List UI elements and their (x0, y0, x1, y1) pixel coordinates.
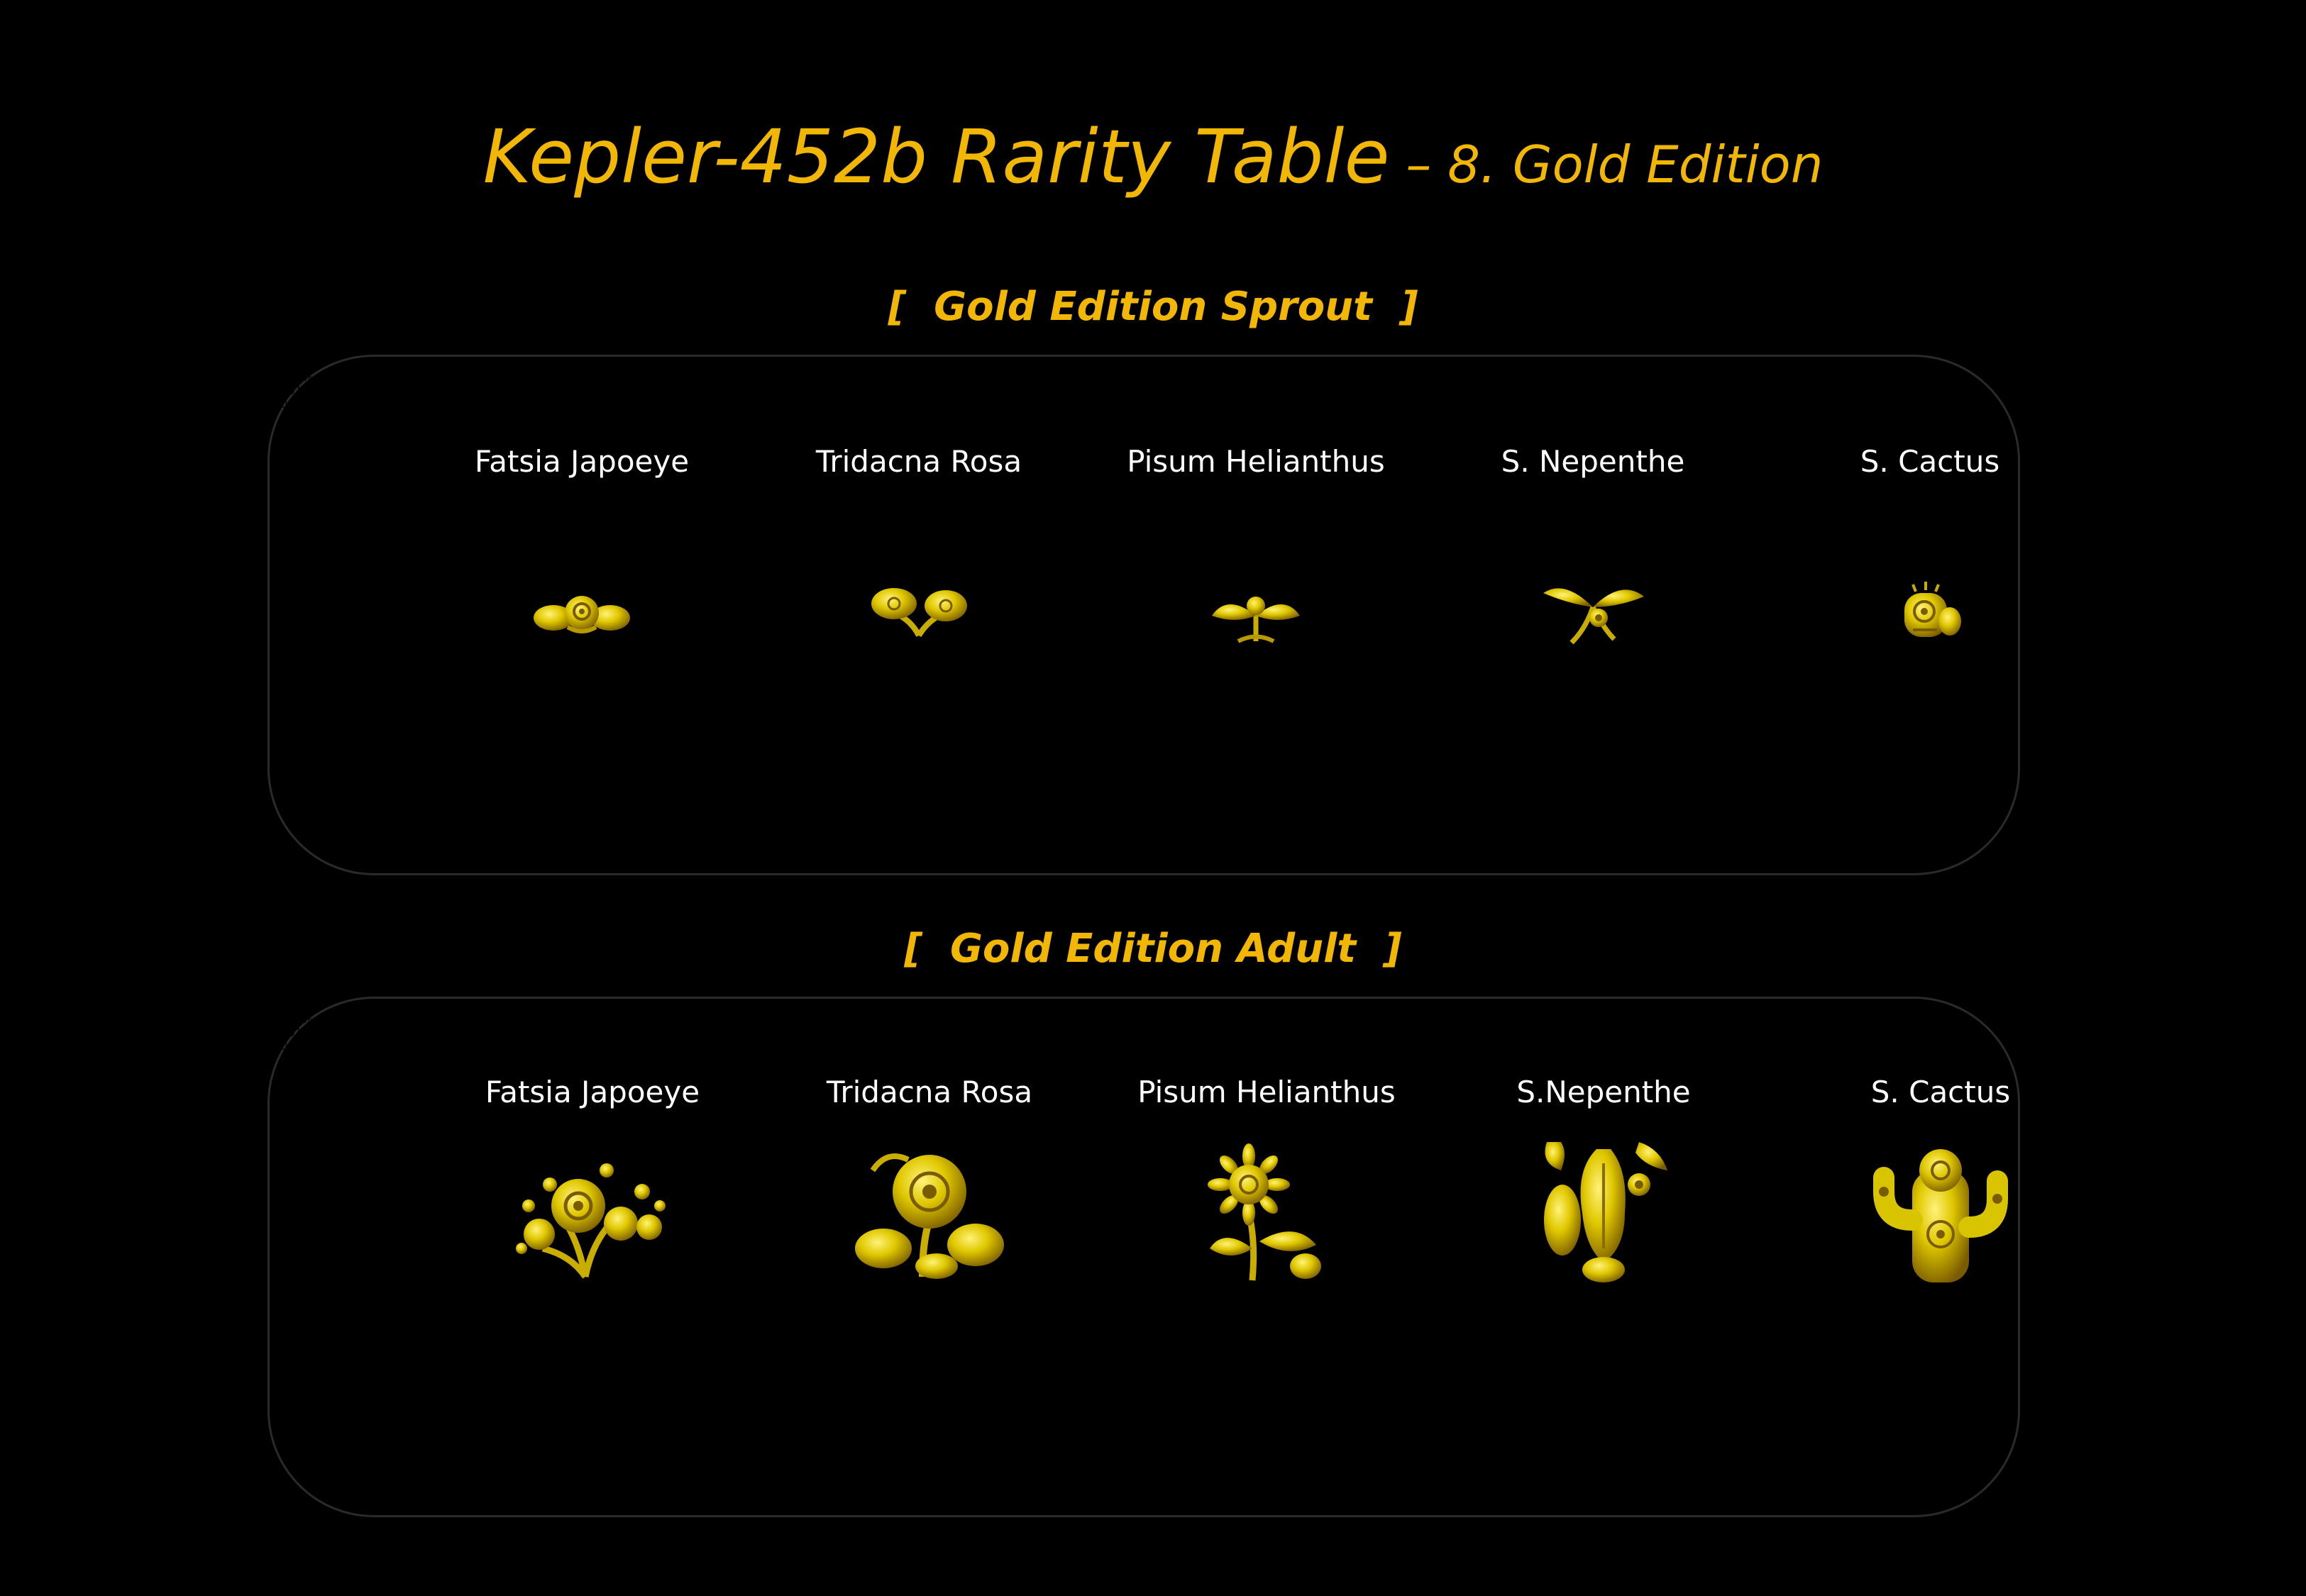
pisum-sprout-icon (1199, 565, 1313, 650)
rarity-value: 0.001% (270, 411, 314, 424)
rarity-value: 0.001% (270, 384, 314, 397)
rarity-value: 0.001% (270, 1026, 314, 1039)
rarity-value: 0.001% (270, 1053, 314, 1066)
fatsia-sprout-icon (525, 565, 639, 650)
cactus-sprout-icon (1873, 565, 1987, 650)
section-header-adult: [ Gold Edition Adult ] (904, 926, 1402, 972)
pisum-adult-icon (1181, 1142, 1352, 1284)
rarity-value: 0.001% (270, 370, 314, 384)
sprout-card-cactus: S. Cactus (1767, 440, 2093, 650)
sprout-card-pisum: Pisum Helianthus (1093, 440, 1419, 650)
fatsia-adult-icon (507, 1142, 678, 1284)
adult-card-nepenthe: S.Nepenthe (1440, 1071, 1767, 1284)
item-name: S.Nepenthe (1516, 1075, 1691, 1109)
sprout-card-fatsia: Fatsia Japoeye (419, 440, 745, 650)
item-name: Fatsia Japoeye (474, 444, 690, 479)
item-name: S. Nepenthe (1501, 444, 1685, 479)
nepenthe-sprout-icon (1536, 565, 1650, 650)
adult-card-pisum: Pisum Helianthus (1103, 1071, 1430, 1284)
rarity-value: 0.001% (270, 357, 314, 370)
item-name: Pisum Helianthus (1127, 444, 1385, 479)
page-title: Kepler-452b Rarity Table – 8. Gold Editi… (0, 113, 2306, 200)
adult-card-cactus: S. Cactus (1777, 1071, 2104, 1284)
sprout-card-nepenthe: S. Nepenthe (1430, 440, 1756, 650)
page-title-sub: – 8. Gold Edition (1389, 135, 1824, 194)
item-name: Fatsia Japoeye (485, 1075, 700, 1109)
item-name: Pisum Helianthus (1137, 1075, 1396, 1109)
section-header-sprout: [ Gold Edition Sprout ] (888, 284, 1418, 330)
nepenthe-adult-icon (1518, 1142, 1689, 1284)
item-name: S. Cactus (1860, 444, 2000, 479)
adult-panel: Fatsia Japoeye Tridacna Rosa Pisum Helia… (267, 997, 2020, 1517)
rarity-value: 0.001% (270, 1039, 314, 1053)
rarity-value: 0.001% (270, 999, 314, 1012)
item-name: Tridacna Rosa (826, 1075, 1033, 1109)
sprout-card-tridacna: Tridacna Rosa (756, 440, 1082, 650)
rarity-value: 0.001% (270, 397, 314, 411)
adult-card-tridacna: Tridacna Rosa (766, 1071, 1093, 1284)
adult-card-fatsia: Fatsia Japoeye (429, 1071, 756, 1284)
tridacna-sprout-icon (862, 565, 976, 650)
cactus-adult-icon (1855, 1142, 2026, 1284)
item-name: Tridacna Rosa (815, 444, 1022, 479)
item-name: S. Cactus (1870, 1075, 2011, 1109)
sprout-panel: Fatsia Japoeye Tridacna Rosa Pisum Helia… (267, 355, 2020, 875)
tridacna-adult-icon (844, 1142, 1015, 1284)
page-title-main: Kepler-452b Rarity Table (482, 113, 1390, 200)
rarity-value: 0.001% (270, 1012, 314, 1026)
